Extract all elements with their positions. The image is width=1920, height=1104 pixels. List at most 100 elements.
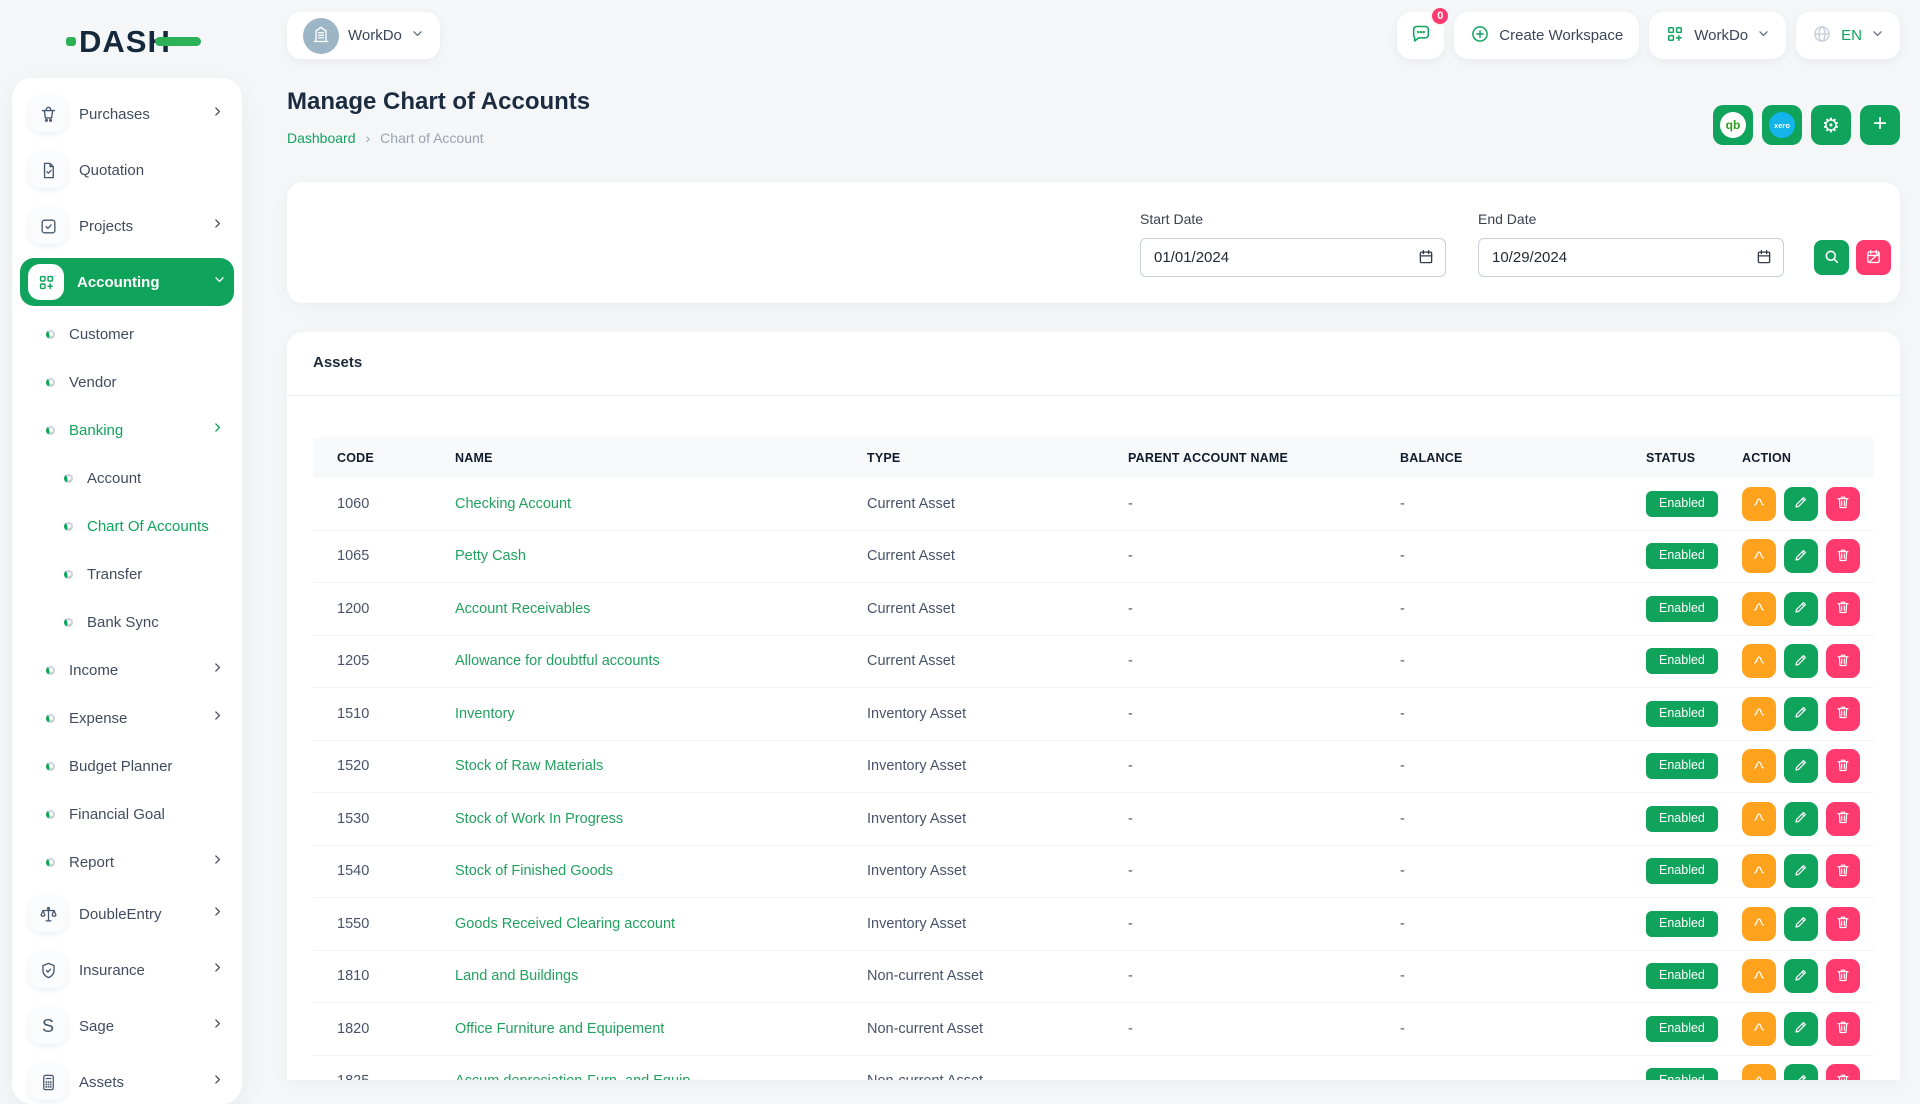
edit-button[interactable] [1784, 697, 1818, 731]
sidebar-item-doubleentry[interactable]: DoubleEntry [22, 886, 232, 942]
account-name-link[interactable]: Stock of Raw Materials [455, 758, 603, 774]
trash-icon [1835, 547, 1851, 566]
delete-button[interactable] [1826, 697, 1860, 731]
transactions-button[interactable] [1742, 539, 1776, 573]
edit-button[interactable] [1784, 907, 1818, 941]
sidebar-item-financial-goal[interactable]: Financial Goal [22, 790, 232, 838]
transactions-button[interactable] [1742, 802, 1776, 836]
edit-button[interactable] [1784, 487, 1818, 521]
workspace-selector[interactable]: WorkDo [287, 12, 440, 59]
delete-button[interactable] [1826, 959, 1860, 993]
sidebar-item-income[interactable]: Income [22, 646, 232, 694]
edit-button[interactable] [1784, 644, 1818, 678]
messages-button[interactable]: 0 [1397, 12, 1444, 59]
edit-button[interactable] [1784, 959, 1818, 993]
transactions-button[interactable] [1742, 749, 1776, 783]
building-icon [311, 24, 331, 48]
account-name-link[interactable]: Stock of Finished Goods [455, 863, 613, 879]
sidebar-item-assets[interactable]: Assets [22, 1054, 232, 1104]
chevron-right-icon [211, 905, 224, 923]
delete-button[interactable] [1826, 487, 1860, 521]
calculator-icon [30, 1064, 66, 1100]
workspace-switcher-button[interactable]: WorkDo [1649, 12, 1786, 59]
sidebar-item-projects[interactable]: Projects [22, 198, 232, 254]
settings-button[interactable]: ⚙ [1811, 105, 1851, 145]
transactions-button[interactable] [1742, 697, 1776, 731]
account-name-link[interactable]: Office Furniture and Equipement [455, 1021, 664, 1037]
xero-button[interactable]: xero [1762, 105, 1802, 145]
create-workspace-button[interactable]: Create Workspace [1454, 12, 1639, 59]
cell-type: Non-current Asset [867, 968, 1128, 984]
transactions-button[interactable] [1742, 644, 1776, 678]
breadcrumb-dashboard-link[interactable]: Dashboard [287, 130, 356, 146]
transactions-button[interactable] [1742, 907, 1776, 941]
sidebar-item-budget-planner[interactable]: Budget Planner [22, 742, 232, 790]
app-logo[interactable]: DASH [66, 26, 201, 57]
account-name-link[interactable]: Account Receivables [455, 601, 590, 617]
pencil-icon [1793, 809, 1809, 828]
delete-button[interactable] [1826, 539, 1860, 573]
chevron-right-icon [211, 105, 224, 123]
cell-type: Non-current Asset [867, 1073, 1128, 1080]
delete-button[interactable] [1826, 1064, 1860, 1080]
sidebar-item-accounting[interactable]: Accounting [20, 258, 234, 306]
sidebar-item-bank-sync[interactable]: Bank Sync [22, 598, 232, 646]
cell-balance: - [1400, 653, 1646, 669]
edit-button[interactable] [1784, 539, 1818, 573]
sidebar-item-expense[interactable]: Expense [22, 694, 232, 742]
quickbooks-button[interactable]: qb [1713, 105, 1753, 145]
transactions-button[interactable] [1742, 1064, 1776, 1080]
account-name-link[interactable]: Petty Cash [455, 548, 526, 564]
sidebar-item-sage[interactable]: S Sage [22, 998, 232, 1054]
account-name-link[interactable]: Land and Buildings [455, 968, 578, 984]
col-header-action: ACTION [1742, 451, 1874, 465]
sidebar-item-banking[interactable]: Banking [22, 406, 232, 454]
divider [287, 395, 1900, 396]
transactions-button[interactable] [1742, 1012, 1776, 1046]
transactions-button[interactable] [1742, 854, 1776, 888]
delete-button[interactable] [1826, 1012, 1860, 1046]
edit-button[interactable] [1784, 854, 1818, 888]
sidebar-item-purchases[interactable]: Purchases [22, 86, 232, 142]
sidebar-item-transfer[interactable]: Transfer [22, 550, 232, 598]
delete-button[interactable] [1826, 802, 1860, 836]
transactions-button[interactable] [1742, 592, 1776, 626]
cart-icon [30, 96, 66, 132]
account-name-link[interactable]: Goods Received Clearing account [455, 916, 675, 932]
account-name-link[interactable]: Inventory [455, 706, 515, 722]
status-badge: Enabled [1646, 1016, 1718, 1042]
delete-button[interactable] [1826, 907, 1860, 941]
sidebar-item-report[interactable]: Report [22, 838, 232, 886]
chevron-right-icon [211, 853, 224, 871]
account-name-link[interactable]: Checking Account [455, 496, 571, 512]
edit-button[interactable] [1784, 1064, 1818, 1080]
delete-button[interactable] [1826, 644, 1860, 678]
start-date-input[interactable] [1140, 238, 1446, 277]
balance-scale-icon [30, 896, 66, 932]
sidebar-item-vendor[interactable]: Vendor [22, 358, 232, 406]
edit-button[interactable] [1784, 749, 1818, 783]
account-name-link[interactable]: Accum.depreciation-Furn. and Equip [455, 1073, 690, 1080]
delete-button[interactable] [1826, 749, 1860, 783]
cell-code: 1520 [337, 758, 455, 774]
sidebar-item-chart-of-accounts[interactable]: Chart Of Accounts [22, 502, 232, 550]
sidebar-item-account[interactable]: Account [22, 454, 232, 502]
account-name-link[interactable]: Allowance for doubtful accounts [455, 653, 660, 669]
edit-button[interactable] [1784, 1012, 1818, 1046]
account-name-link[interactable]: Stock of Work In Progress [455, 811, 623, 827]
sidebar-item-quotation[interactable]: Quotation [22, 142, 232, 198]
delete-button[interactable] [1826, 854, 1860, 888]
language-selector[interactable]: EN [1796, 12, 1900, 59]
end-date-input[interactable] [1478, 238, 1784, 277]
reset-filter-button[interactable] [1856, 240, 1891, 275]
sidebar-item-insurance[interactable]: Insurance [22, 942, 232, 998]
sidebar-item-customer[interactable]: Customer [22, 310, 232, 358]
apply-filter-button[interactable] [1814, 240, 1849, 275]
edit-button[interactable] [1784, 592, 1818, 626]
edit-button[interactable] [1784, 802, 1818, 836]
delete-button[interactable] [1826, 592, 1860, 626]
add-account-button[interactable]: + [1860, 105, 1900, 145]
grid-plus-icon [28, 264, 64, 300]
transactions-button[interactable] [1742, 959, 1776, 993]
transactions-button[interactable] [1742, 487, 1776, 521]
